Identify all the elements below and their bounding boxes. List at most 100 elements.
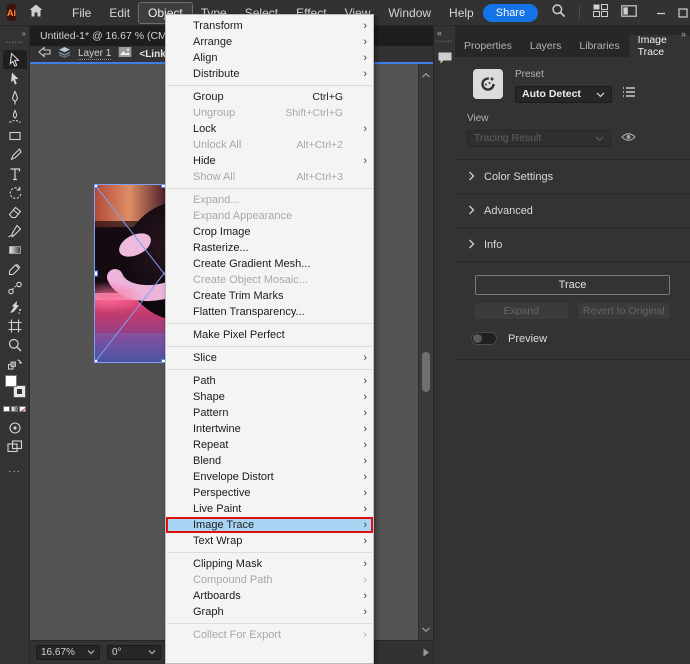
menu-item-pattern[interactable]: Pattern› — [166, 405, 373, 421]
preset-dropdown[interactable]: Auto Detect — [515, 86, 612, 103]
blend-tool[interactable] — [3, 278, 27, 297]
eye-icon[interactable] — [621, 129, 636, 147]
fill-swatch[interactable] — [5, 375, 17, 387]
toolbar-expand-icon[interactable]: » — [22, 29, 25, 38]
type-tool[interactable] — [3, 164, 27, 183]
section-color-settings[interactable]: Color Settings — [455, 159, 690, 193]
menu-item-collect-for-export[interactable]: Collect For Export› — [166, 627, 373, 643]
vertical-scrollbar[interactable] — [418, 64, 433, 640]
menu-help[interactable]: Help — [440, 3, 483, 23]
toolbar-grip[interactable]: •••••• — [6, 40, 23, 46]
home-button[interactable] — [29, 4, 43, 22]
layer-name-label[interactable]: Layer 1 — [78, 48, 111, 60]
minimize-icon[interactable] — [650, 8, 672, 18]
rotate-tool[interactable] — [3, 183, 27, 202]
collapse-panels-icon[interactable]: « — [437, 28, 441, 38]
scroll-up-icon[interactable] — [421, 66, 431, 84]
curvature-tool[interactable] — [3, 107, 27, 126]
menu-item-image-trace[interactable]: Image Trace› — [166, 517, 373, 533]
menu-item-intertwine[interactable]: Intertwine› — [166, 421, 373, 437]
search-icon[interactable] — [551, 3, 566, 23]
workspace-switcher-icon[interactable] — [593, 4, 608, 22]
more-tools[interactable]: ··· — [3, 462, 27, 481]
symbol-sprayer-tool[interactable] — [3, 297, 27, 316]
section-info[interactable]: Info — [455, 227, 690, 261]
menu-item-unlock-all[interactable]: Unlock AllAlt+Ctrl+2 — [166, 137, 373, 153]
gradient-tool[interactable] — [3, 240, 27, 259]
revert-button[interactable]: Revert to Original — [578, 303, 671, 319]
menu-file[interactable]: File — [63, 3, 100, 23]
swap-colors[interactable] — [3, 354, 27, 373]
menu-item-align[interactable]: Align› — [166, 50, 373, 66]
paintbrush-tool[interactable] — [3, 145, 27, 164]
preset-menu-icon[interactable] — [622, 85, 636, 103]
menu-item-blend[interactable]: Blend› — [166, 453, 373, 469]
stroke-swatch[interactable] — [14, 386, 25, 397]
menu-item-rasterize[interactable]: Rasterize... — [166, 240, 373, 256]
direct-selection-tool[interactable] — [3, 69, 27, 88]
menu-item-make-pixel-perfect[interactable]: Make Pixel Perfect — [166, 327, 373, 343]
menu-window[interactable]: Window — [379, 3, 440, 23]
fill-stroke-indicator[interactable] — [3, 373, 27, 399]
view-dropdown[interactable]: Tracing Result — [467, 130, 611, 147]
eraser-tool[interactable] — [3, 202, 27, 221]
zoom-tool[interactable] — [3, 335, 27, 354]
color-chip[interactable] — [3, 406, 10, 412]
vertical-scroll-thumb[interactable] — [422, 352, 430, 392]
trace-button[interactable]: Trace — [475, 275, 670, 295]
menu-item-create-trim-marks[interactable]: Create Trim Marks — [166, 288, 373, 304]
menu-item-create-gradient-mesh[interactable]: Create Gradient Mesh... — [166, 256, 373, 272]
expand-button[interactable]: Expand — [475, 303, 568, 319]
shaper-tool[interactable] — [3, 221, 27, 240]
scroll-right-icon[interactable] — [422, 648, 430, 657]
none-chip[interactable] — [19, 406, 26, 412]
menu-item-graph[interactable]: Graph› — [166, 604, 373, 620]
eyedropper-tool[interactable] — [3, 259, 27, 278]
menu-item-create-object-mosaic[interactable]: Create Object Mosaic... — [166, 272, 373, 288]
menu-item-ungroup[interactable]: UngroupShift+Ctrl+G — [166, 105, 373, 121]
back-arrow-icon[interactable] — [38, 46, 51, 62]
expand-panels-icon[interactable]: » — [681, 29, 685, 39]
menu-item-text-wrap[interactable]: Text Wrap› — [166, 533, 373, 549]
menu-item-flatten-transparency[interactable]: Flatten Transparency... — [166, 304, 373, 320]
menu-item-artboards[interactable]: Artboards› — [166, 588, 373, 604]
screen-mode-icon[interactable] — [3, 437, 27, 456]
menu-item-clipping-mask[interactable]: Clipping Mask› — [166, 556, 373, 572]
maximize-icon[interactable] — [672, 8, 690, 18]
rotation-select[interactable]: 0° — [107, 645, 161, 660]
rail-grip[interactable]: •••••• — [436, 39, 453, 45]
menu-item-show-all[interactable]: Show AllAlt+Ctrl+3 — [166, 169, 373, 185]
color-mode-chips[interactable] — [3, 399, 27, 418]
rectangle-tool[interactable] — [3, 126, 27, 145]
menu-item-transform[interactable]: Transform› — [166, 18, 373, 34]
menu-item-group[interactable]: GroupCtrl+G — [166, 89, 373, 105]
pen-tool[interactable] — [3, 88, 27, 107]
tab-libraries[interactable]: Libraries — [570, 35, 628, 57]
menu-edit[interactable]: Edit — [100, 3, 139, 23]
artboard-tool[interactable] — [3, 316, 27, 335]
menu-item-crop-image[interactable]: Crop Image — [166, 224, 373, 240]
menu-item-shape[interactable]: Shape› — [166, 389, 373, 405]
menu-item-path[interactable]: Path› — [166, 373, 373, 389]
comment-panel-icon[interactable] — [437, 51, 453, 70]
menu-item-arrange[interactable]: Arrange› — [166, 34, 373, 50]
arrange-documents-icon[interactable] — [621, 4, 637, 22]
menu-item-live-paint[interactable]: Live Paint› — [166, 501, 373, 517]
gradient-chip[interactable] — [11, 406, 18, 412]
menu-item-compound-path[interactable]: Compound Path› — [166, 572, 373, 588]
tab-layers[interactable]: Layers — [521, 35, 571, 57]
share-button[interactable]: Share — [483, 4, 538, 22]
section-advanced[interactable]: Advanced — [455, 193, 690, 227]
menu-item-lock[interactable]: Lock› — [166, 121, 373, 137]
selection-tool[interactable] — [3, 50, 27, 69]
menu-item-expand[interactable]: Expand... — [166, 192, 373, 208]
tab-properties[interactable]: Properties — [455, 35, 521, 57]
menu-item-repeat[interactable]: Repeat› — [166, 437, 373, 453]
scroll-down-icon[interactable] — [421, 620, 431, 638]
menu-item-slice[interactable]: Slice› — [166, 350, 373, 366]
menu-item-expand-appearance[interactable]: Expand Appearance — [166, 208, 373, 224]
preview-toggle[interactable] — [471, 332, 497, 345]
menu-item-hide[interactable]: Hide› — [166, 153, 373, 169]
menu-item-envelope-distort[interactable]: Envelope Distort› — [166, 469, 373, 485]
menu-item-distribute[interactable]: Distribute› — [166, 66, 373, 82]
